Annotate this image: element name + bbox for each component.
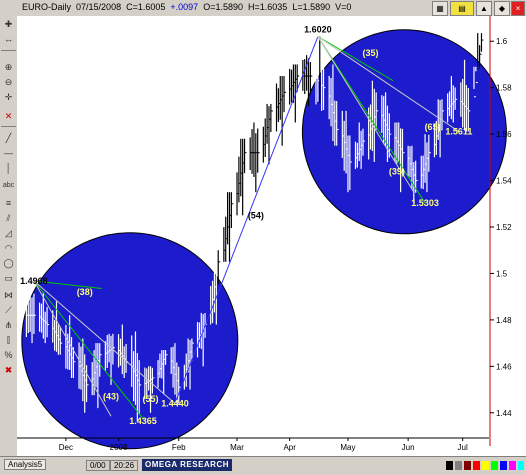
time-tick-label: 2008 xyxy=(110,443,128,452)
color-swatch[interactable] xyxy=(446,461,453,470)
time-tick-label: Jul xyxy=(458,443,468,452)
annotation-label: 1.5611 xyxy=(445,127,472,137)
low-label: L=1.5890 xyxy=(292,2,331,12)
symbol-label: EURO-Daily xyxy=(22,2,72,12)
color-swatch[interactable] xyxy=(473,461,480,470)
time-tick-label: Dec xyxy=(59,443,73,452)
close-label: C=1.6005 xyxy=(126,2,166,12)
color-swatch[interactable] xyxy=(464,461,471,470)
time-tick-label: Feb xyxy=(172,443,186,452)
vertical-line-icon[interactable]: │ xyxy=(2,162,15,175)
chart-type-icon[interactable]: ▦ xyxy=(432,1,448,16)
delete-icon[interactable]: ✖ xyxy=(2,364,15,377)
toolbar-divider xyxy=(1,50,16,51)
plus-icon[interactable]: ✚ xyxy=(2,18,15,31)
price-tick-label: 1.44 xyxy=(496,409,512,418)
annotation-label: (35) xyxy=(363,48,379,58)
move-icon[interactable]: ↔ xyxy=(2,33,15,46)
annotation-label: 1.5303 xyxy=(411,198,439,208)
zoom-out-icon[interactable]: ⊖ xyxy=(2,76,15,89)
price-tick-label: 1.6 xyxy=(496,37,508,46)
time-tick-label: Apr xyxy=(283,443,296,452)
fibonacci-icon[interactable]: ≡ xyxy=(2,197,15,210)
price-chart[interactable]: 1.4968 (38) (43) (55) 1.4365 1.4440 (54) 1.6020… xyxy=(17,16,526,456)
color-swatch[interactable] xyxy=(455,461,462,470)
text-icon[interactable]: abc xyxy=(2,179,15,192)
annotation-label: 1.4440 xyxy=(161,398,189,408)
ellipse-icon[interactable]: ◯ xyxy=(2,257,15,270)
open-label: O=1.5890 xyxy=(203,2,243,12)
color-swatch[interactable] xyxy=(518,461,524,470)
price-tick-label: 1.46 xyxy=(496,362,512,371)
annotation-label: (55) xyxy=(143,394,159,404)
horizontal-line-icon[interactable]: — xyxy=(2,147,15,160)
price-tick-label: 1.56 xyxy=(496,130,512,139)
price-tick-label: 1.52 xyxy=(496,223,512,232)
percent-icon[interactable]: % xyxy=(2,349,15,362)
price-tick-label: 1.58 xyxy=(496,84,512,93)
annotation-label: 1.4365 xyxy=(129,416,157,426)
annotation-label: (38) xyxy=(77,287,93,297)
date-label: 07/15/2008 xyxy=(76,2,122,12)
analysis-tab[interactable]: Analysis5 xyxy=(4,459,47,470)
omega-logo: OMEGA RESEARCH xyxy=(142,459,232,471)
insert-icon[interactable]: ▲ xyxy=(476,1,492,16)
time-tick-label: May xyxy=(340,443,355,452)
annotation-label: 1.4968 xyxy=(20,276,48,286)
color-swatch[interactable] xyxy=(491,461,498,470)
status-field-2: 20:26 xyxy=(110,460,139,471)
pitchfork-icon[interactable]: ⋔ xyxy=(2,319,15,332)
change-label: +.0097 xyxy=(170,2,199,12)
arc-icon[interactable]: ◠ xyxy=(2,242,15,255)
x-marker-icon[interactable]: ✕ xyxy=(2,110,15,123)
time-tick-label: Jun xyxy=(402,443,415,452)
chart-titlebar: EURO-Daily 07/15/2008 C=1.6005 +.0097 O=… xyxy=(0,0,526,17)
cycle-icon[interactable]: ⋈ xyxy=(2,289,15,302)
drawing-toolbar: ✚ ↔ ⊕ ⊖ ✛ ✕ ╱ — │ abc ≡ ⫽ ◿ ◠ ◯ ▭ ⋈ ⟋ ⋔ … xyxy=(0,16,18,456)
gann-icon[interactable]: ◿ xyxy=(2,227,15,240)
toolbar-divider xyxy=(1,126,16,127)
color-swatch[interactable] xyxy=(500,461,507,470)
high-label: H=1.6035 xyxy=(248,2,288,12)
chart-title: EURO-Daily 07/15/2008 C=1.6005 +.0097 O=… xyxy=(22,2,351,12)
trendline-icon[interactable]: ╱ xyxy=(2,132,15,145)
color-swatch[interactable] xyxy=(482,461,489,470)
annotation-label: (65) xyxy=(425,122,441,132)
speed-line-icon[interactable]: ⟋ xyxy=(2,304,15,317)
format-icon[interactable]: ▤ xyxy=(450,1,474,16)
price-tick-label: 1.48 xyxy=(496,316,512,325)
status-field-1: 0/00 xyxy=(86,460,110,471)
rectangle-icon[interactable]: ▭ xyxy=(2,272,15,285)
close-icon[interactable]: × xyxy=(511,1,525,16)
volume-label: V=0 xyxy=(335,2,352,12)
price-tick-label: 1.5 xyxy=(496,269,508,278)
crosshair-icon[interactable]: ✛ xyxy=(2,91,15,104)
status-bar: Analysis5 0/00 20:26 OMEGA RESEARCH xyxy=(0,456,526,475)
annotation-label: (54) xyxy=(248,210,264,220)
time-tick-label: Mar xyxy=(230,443,244,452)
scale-icon[interactable]: ◆ xyxy=(494,1,510,16)
andrews-icon[interactable]: ⫿ xyxy=(2,334,15,347)
channel-icon[interactable]: ⫽ xyxy=(2,212,15,225)
color-swatch[interactable] xyxy=(509,461,516,470)
annotation-label: (39) xyxy=(389,166,405,176)
zoom-in-icon[interactable]: ⊕ xyxy=(2,61,15,74)
annotation-label: (43) xyxy=(103,392,119,402)
annotation-label: 1.6020 xyxy=(304,25,332,35)
price-tick-label: 1.54 xyxy=(496,177,512,186)
